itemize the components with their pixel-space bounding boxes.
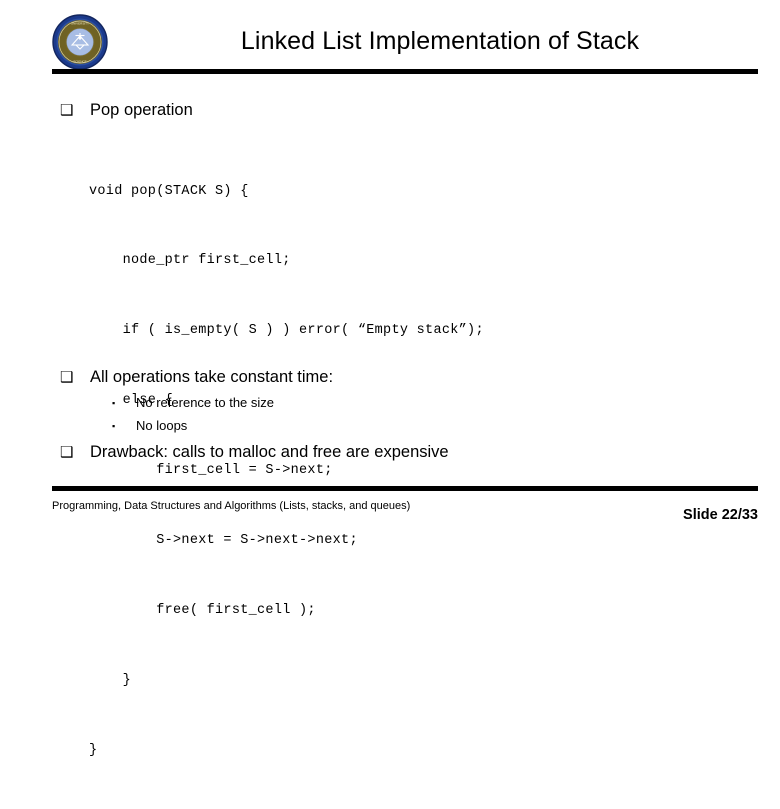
code-line: free( first_cell ); bbox=[89, 602, 316, 618]
svg-text:SCIENCE: SCIENCE bbox=[73, 60, 86, 64]
bullet-no-loops: ▪ No loops bbox=[112, 417, 187, 435]
bullet-no-reference-label: No reference to the size bbox=[136, 395, 275, 410]
code-line: void pop(STACK S) { bbox=[89, 183, 249, 199]
code-line: node_ptr first_cell; bbox=[89, 253, 291, 269]
code-line: S->next = S->next->next; bbox=[89, 533, 358, 549]
slide-title: Linked List Implementation of Stack bbox=[240, 27, 640, 55]
code-line: if ( is_empty( S ) ) error( “Empty stack… bbox=[89, 323, 484, 339]
bullet-all-operations: ❑ All operations take constant time: bbox=[60, 367, 333, 388]
bullet-no-loops-label: No loops bbox=[136, 418, 188, 433]
code-block-pop: void pop(STACK S) { node_ptr first_cell;… bbox=[89, 133, 484, 809]
slide-number: Slide 22/33 bbox=[683, 507, 758, 523]
header-divider bbox=[52, 69, 758, 74]
footer-divider bbox=[52, 486, 758, 491]
filled-square-bullet-icon: ▪ bbox=[112, 421, 116, 431]
code-line: } bbox=[89, 672, 132, 688]
bullet-drawback-label: Drawback: calls to malloc and free are e… bbox=[90, 443, 449, 461]
hollow-square-bullet-icon: ❑ bbox=[60, 444, 74, 461]
footer-course-text: Programming, Data Structures and Algorit… bbox=[52, 500, 411, 512]
filled-square-bullet-icon: ▪ bbox=[112, 398, 116, 408]
svg-text:UNIVERSITY: UNIVERSITY bbox=[71, 22, 89, 26]
bullet-all-operations-label: All operations take constant time: bbox=[90, 368, 334, 386]
bullet-pop-operation: ❑ Pop operation bbox=[60, 100, 193, 121]
bullet-drawback: ❑ Drawback: calls to malloc and free are… bbox=[60, 442, 449, 463]
hollow-square-bullet-icon: ❑ bbox=[60, 102, 74, 119]
bullet-pop-operation-label: Pop operation bbox=[90, 101, 193, 119]
hollow-square-bullet-icon: ❑ bbox=[60, 369, 74, 386]
slide: UNIVERSITY SCIENCE Linked List Implement… bbox=[0, 0, 780, 758]
code-line: } bbox=[89, 742, 98, 758]
university-seal-logo: UNIVERSITY SCIENCE bbox=[52, 14, 108, 70]
bullet-no-reference: ▪ No reference to the size bbox=[112, 394, 274, 412]
